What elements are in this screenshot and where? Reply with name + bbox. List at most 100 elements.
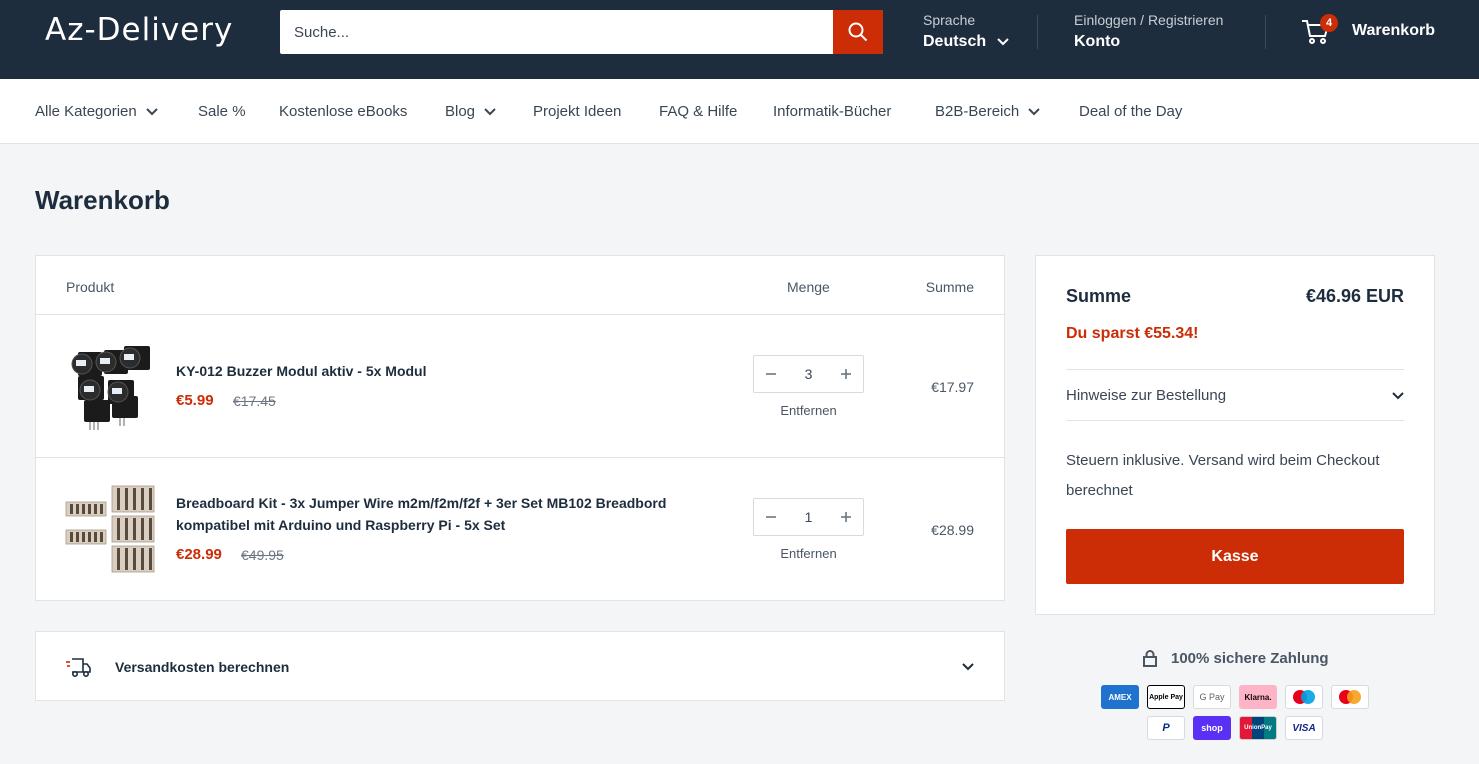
product-image-buzzer[interactable] [64, 340, 156, 432]
order-notes-toggle[interactable]: Hinweise zur Bestellung [1066, 387, 1404, 404]
paypal-icon: P [1147, 716, 1185, 740]
chevron-down-icon [962, 663, 974, 671]
product-image-breadboard-kit[interactable] [64, 484, 156, 576]
chevron-down-icon [1028, 107, 1040, 115]
column-header-product: Produkt [66, 279, 115, 295]
line-item-total: €17.97 [931, 379, 974, 395]
payment-method-name: UnionPay [1244, 725, 1272, 731]
language-label: Sprache [923, 12, 976, 28]
shipping-calculator-label: Versandkosten berechnen [115, 659, 290, 675]
divider [36, 457, 1004, 458]
secure-payment: 100% sichere Zahlung [1143, 650, 1329, 667]
header: Az-Delivery Sprache Deutsch Einloggen / … [0, 0, 1479, 79]
quantity-stepper: 1 [753, 498, 864, 536]
quantity-value[interactable]: 1 [788, 499, 829, 535]
nav-item-label: FAQ & Hilfe [659, 103, 738, 120]
remove-item-link[interactable]: Entfernen [753, 546, 864, 561]
language-value-text: Deutsch [923, 33, 987, 50]
remove-item-link[interactable]: Entfernen [753, 403, 864, 418]
payment-method-name: VISA [1292, 722, 1316, 734]
order-summary: Summe €46.96 EUR Du sparst €55.34! Hinwe… [1035, 255, 1435, 615]
nav-item-blog[interactable]: Blog [445, 103, 496, 120]
nav-item-sale[interactable]: Sale % [198, 103, 246, 120]
nav-item-label: Deal of the Day [1079, 103, 1183, 120]
language-value: Deutsch [923, 33, 1009, 51]
cart-count-badge: 4 [1320, 14, 1338, 32]
checkout-button[interactable]: Kasse [1066, 529, 1404, 584]
cart-label: Warenkorb [1352, 22, 1435, 39]
nav-item-deal-of-the-day[interactable]: Deal of the Day [1079, 103, 1182, 120]
divider [36, 314, 1004, 315]
product-original-price: €49.95 [241, 547, 284, 563]
nav-item-faq[interactable]: FAQ & Hilfe [659, 103, 737, 120]
column-header-total: Summe [925, 279, 974, 295]
product-sale-price: €5.99 [176, 392, 214, 409]
chevron-down-icon [996, 38, 1009, 46]
site-logo[interactable]: Az-Delivery [45, 12, 233, 48]
summary-total-value: €46.96 EUR [1305, 286, 1404, 306]
search-input[interactable] [280, 10, 833, 54]
divider [1066, 420, 1404, 421]
quantity-value[interactable]: 3 [788, 356, 829, 392]
product-title[interactable]: KY-012 Buzzer Modul aktiv - 5x Modul [176, 360, 696, 382]
account-value: Konto [1074, 33, 1121, 50]
nav-item-label: Alle Kategorien [35, 103, 137, 120]
apple-pay-icon: Apple Pay [1147, 685, 1185, 709]
nav-item-projekt-ideen[interactable]: Projekt Ideen [533, 103, 621, 120]
quantity-increase-button[interactable] [829, 356, 863, 392]
payment-method-name: Klarna. [1244, 692, 1272, 702]
shop-pay-icon: shop [1193, 716, 1231, 740]
page-title: Warenkorb [35, 185, 170, 215]
cart-button[interactable]: 4 Warenkorb [1300, 14, 1435, 46]
payment-method-name: Apple Pay [1149, 693, 1183, 701]
account-link[interactable]: Einloggen / Registrieren Konto [1074, 12, 1223, 51]
quantity-stepper: 3 [753, 355, 864, 393]
paypal-logo: P [1162, 722, 1170, 734]
product-sale-price: €28.99 [176, 546, 222, 563]
nav-item-label: Projekt Ideen [533, 103, 622, 120]
nav-item-ebooks[interactable]: Kostenlose eBooks [279, 103, 407, 120]
lock-icon [1143, 650, 1157, 667]
divider [1066, 369, 1404, 370]
nav-item-label: Sale % [198, 103, 246, 120]
order-notes-label: Hinweise zur Bestellung [1066, 387, 1227, 404]
search-icon [848, 22, 868, 42]
chevron-down-icon [146, 107, 158, 115]
minus-icon [766, 373, 776, 375]
payment-method-name: G Pay [1199, 692, 1225, 702]
line-item-total: €28.99 [931, 522, 974, 538]
secure-payment-label: 100% sichere Zahlung [1171, 650, 1329, 667]
quantity-increase-button[interactable] [829, 499, 863, 535]
maestro-logo [1293, 690, 1315, 704]
mastercard-logo [1339, 690, 1361, 704]
payment-method-name: AMEX [1108, 692, 1132, 702]
main-nav: Alle Kategorien Sale % Kostenlose eBooks… [0, 79, 1479, 144]
minus-icon [766, 516, 776, 518]
nav-item-label: Blog [445, 103, 476, 120]
nav-item-b2b[interactable]: B2B-Bereich [935, 103, 1040, 120]
account-label: Einloggen / Registrieren [1074, 12, 1224, 28]
quantity-decrease-button[interactable] [754, 356, 788, 392]
unionpay-icon: UnionPay [1239, 716, 1277, 740]
visa-icon: VISA [1285, 716, 1323, 740]
amex-icon: AMEX [1101, 685, 1139, 709]
summary-total-label: Summe [1066, 286, 1132, 306]
header-divider [1037, 15, 1038, 49]
quantity-decrease-button[interactable] [754, 499, 788, 535]
search-button[interactable] [833, 10, 883, 54]
klarna-icon: Klarna. [1239, 685, 1277, 709]
chevron-down-icon [1392, 392, 1404, 400]
plus-icon [841, 512, 851, 522]
nav-item-label: B2B-Bereich [935, 103, 1020, 120]
nav-item-alle-kategorien[interactable]: Alle Kategorien [35, 103, 158, 120]
delivery-truck-icon [66, 658, 91, 678]
product-title[interactable]: Breadboard Kit - 3x Jumper Wire m2m/f2m/… [176, 492, 696, 536]
nav-item-informatik-buecher[interactable]: Informatik-Bücher [773, 103, 891, 120]
nav-item-label: Informatik-Bücher [773, 103, 892, 120]
product-original-price: €17.45 [233, 393, 276, 409]
chevron-down-icon [484, 107, 496, 115]
language-selector[interactable]: Sprache Deutsch [923, 12, 1009, 51]
plus-icon [841, 369, 851, 379]
shipping-calculator-toggle[interactable]: Versandkosten berechnen [35, 631, 1005, 701]
header-divider [1265, 15, 1266, 49]
